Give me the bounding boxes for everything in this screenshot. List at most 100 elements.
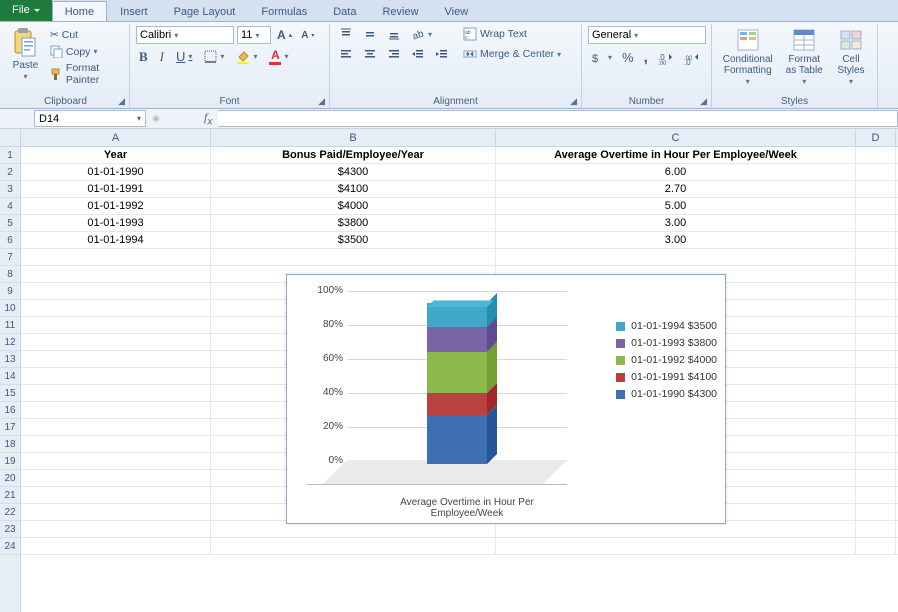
file-tab[interactable]: File xyxy=(0,0,52,21)
grow-font-button[interactable]: A▴ xyxy=(274,27,295,43)
chart-object[interactable]: 0%20%40%60%80%100% 01-01-1994 $350001-01… xyxy=(286,274,726,524)
tab-formulas[interactable]: Formulas xyxy=(248,1,320,21)
fx-icon[interactable]: fx xyxy=(198,110,218,127)
font-color-button[interactable]: A▾ xyxy=(266,47,291,66)
cell[interactable]: 3.00 xyxy=(496,232,856,248)
cell[interactable] xyxy=(856,300,896,316)
format-painter-button[interactable]: Format Painter xyxy=(47,61,123,87)
row-header[interactable]: 22 xyxy=(0,504,20,521)
cell[interactable] xyxy=(496,538,856,554)
cell[interactable]: 01-01-1990 xyxy=(21,164,211,180)
cell[interactable] xyxy=(21,453,211,469)
cell[interactable]: 01-01-1994 xyxy=(21,232,211,248)
cell[interactable] xyxy=(21,470,211,486)
cell[interactable] xyxy=(856,470,896,486)
row-header[interactable]: 16 xyxy=(0,402,20,419)
cell[interactable] xyxy=(856,249,896,265)
row-header[interactable]: 7 xyxy=(0,249,20,266)
table-row[interactable]: 01-01-1992$40005.00 xyxy=(21,198,898,215)
tab-view[interactable]: View xyxy=(432,1,482,21)
align-right-button[interactable] xyxy=(384,46,404,62)
table-row[interactable] xyxy=(21,538,898,555)
cell[interactable]: $4100 xyxy=(211,181,496,197)
col-C[interactable]: C xyxy=(496,129,856,146)
cell[interactable]: 01-01-1992 xyxy=(21,198,211,214)
cell[interactable] xyxy=(856,487,896,503)
cell[interactable] xyxy=(856,436,896,452)
row-header[interactable]: 12 xyxy=(0,334,20,351)
font-dialog-icon[interactable]: ◢ xyxy=(318,96,325,107)
cell[interactable] xyxy=(856,215,896,231)
cell[interactable] xyxy=(856,402,896,418)
cell[interactable] xyxy=(21,538,211,554)
align-center-button[interactable] xyxy=(360,46,380,62)
row-header[interactable]: 3 xyxy=(0,181,20,198)
cell[interactable]: $4300 xyxy=(211,164,496,180)
number-format-combo[interactable]: General▾ xyxy=(588,26,706,44)
row-header[interactable]: 5 xyxy=(0,215,20,232)
row-header[interactable]: 19 xyxy=(0,453,20,470)
cell[interactable] xyxy=(21,402,211,418)
col-D[interactable]: D xyxy=(856,129,896,146)
cell-styles-button[interactable]: CellStyles ▾ xyxy=(831,26,871,89)
row-header[interactable]: 15 xyxy=(0,385,20,402)
col-B[interactable]: B xyxy=(211,129,496,146)
row-header[interactable]: 1 xyxy=(0,147,20,164)
tab-data[interactable]: Data xyxy=(320,1,369,21)
row-header[interactable]: 21 xyxy=(0,487,20,504)
shrink-font-button[interactable]: A▾ xyxy=(298,29,317,42)
cell[interactable] xyxy=(856,164,896,180)
row-header[interactable]: 23 xyxy=(0,521,20,538)
cell[interactable] xyxy=(856,521,896,537)
cell[interactable]: Year xyxy=(21,147,211,163)
inc-indent-button[interactable] xyxy=(432,46,452,62)
cell[interactable] xyxy=(21,487,211,503)
bold-button[interactable]: B xyxy=(136,48,151,66)
cell[interactable] xyxy=(856,266,896,282)
clipboard-dialog-icon[interactable]: ◢ xyxy=(118,96,125,107)
cell[interactable] xyxy=(856,504,896,520)
number-dialog-icon[interactable]: ◢ xyxy=(700,96,707,107)
row-header[interactable]: 18 xyxy=(0,436,20,453)
name-box[interactable]: D14▾ xyxy=(34,110,146,127)
merge-center-button[interactable]: Merge & Center ▾ xyxy=(460,46,564,62)
cell[interactable] xyxy=(21,300,211,316)
cell[interactable] xyxy=(21,283,211,299)
cell[interactable] xyxy=(856,385,896,401)
cell[interactable]: 5.00 xyxy=(496,198,856,214)
dec-indent-button[interactable] xyxy=(408,46,428,62)
cell[interactable]: 01-01-1991 xyxy=(21,181,211,197)
cell[interactable] xyxy=(856,232,896,248)
row-header[interactable]: 13 xyxy=(0,351,20,368)
cell[interactable] xyxy=(21,419,211,435)
row-header[interactable]: 17 xyxy=(0,419,20,436)
cell[interactable] xyxy=(211,538,496,554)
table-row[interactable]: 01-01-1994$35003.00 xyxy=(21,232,898,249)
cell[interactable]: 6.00 xyxy=(496,164,856,180)
cell[interactable] xyxy=(21,334,211,350)
cell[interactable]: Average Overtime in Hour Per Employee/We… xyxy=(496,147,856,163)
underline-button[interactable]: U ▾ xyxy=(173,48,195,65)
cell[interactable] xyxy=(21,521,211,537)
cell[interactable]: $3500 xyxy=(211,232,496,248)
italic-button[interactable]: I xyxy=(157,48,167,66)
align-top-button[interactable] xyxy=(336,26,356,42)
cell[interactable] xyxy=(856,453,896,469)
select-all-corner[interactable] xyxy=(0,129,20,147)
row-header[interactable]: 11 xyxy=(0,317,20,334)
cell[interactable]: Bonus Paid/Employee/Year xyxy=(211,147,496,163)
cell[interactable] xyxy=(21,385,211,401)
percent-button[interactable]: % xyxy=(619,49,637,66)
cell[interactable]: 2.70 xyxy=(496,181,856,197)
row-header[interactable]: 10 xyxy=(0,300,20,317)
inc-decimal-button[interactable]: .0.00 xyxy=(655,50,677,66)
paste-button[interactable]: Paste ▾ xyxy=(8,26,43,84)
row-header[interactable]: 6 xyxy=(0,232,20,249)
cell[interactable] xyxy=(856,317,896,333)
accounting-button[interactable]: $▾ xyxy=(588,50,615,66)
align-middle-button[interactable] xyxy=(360,26,380,42)
comma-button[interactable]: , xyxy=(641,48,651,67)
tab-insert[interactable]: Insert xyxy=(107,1,161,21)
cell[interactable]: 3.00 xyxy=(496,215,856,231)
cell[interactable] xyxy=(496,249,856,265)
